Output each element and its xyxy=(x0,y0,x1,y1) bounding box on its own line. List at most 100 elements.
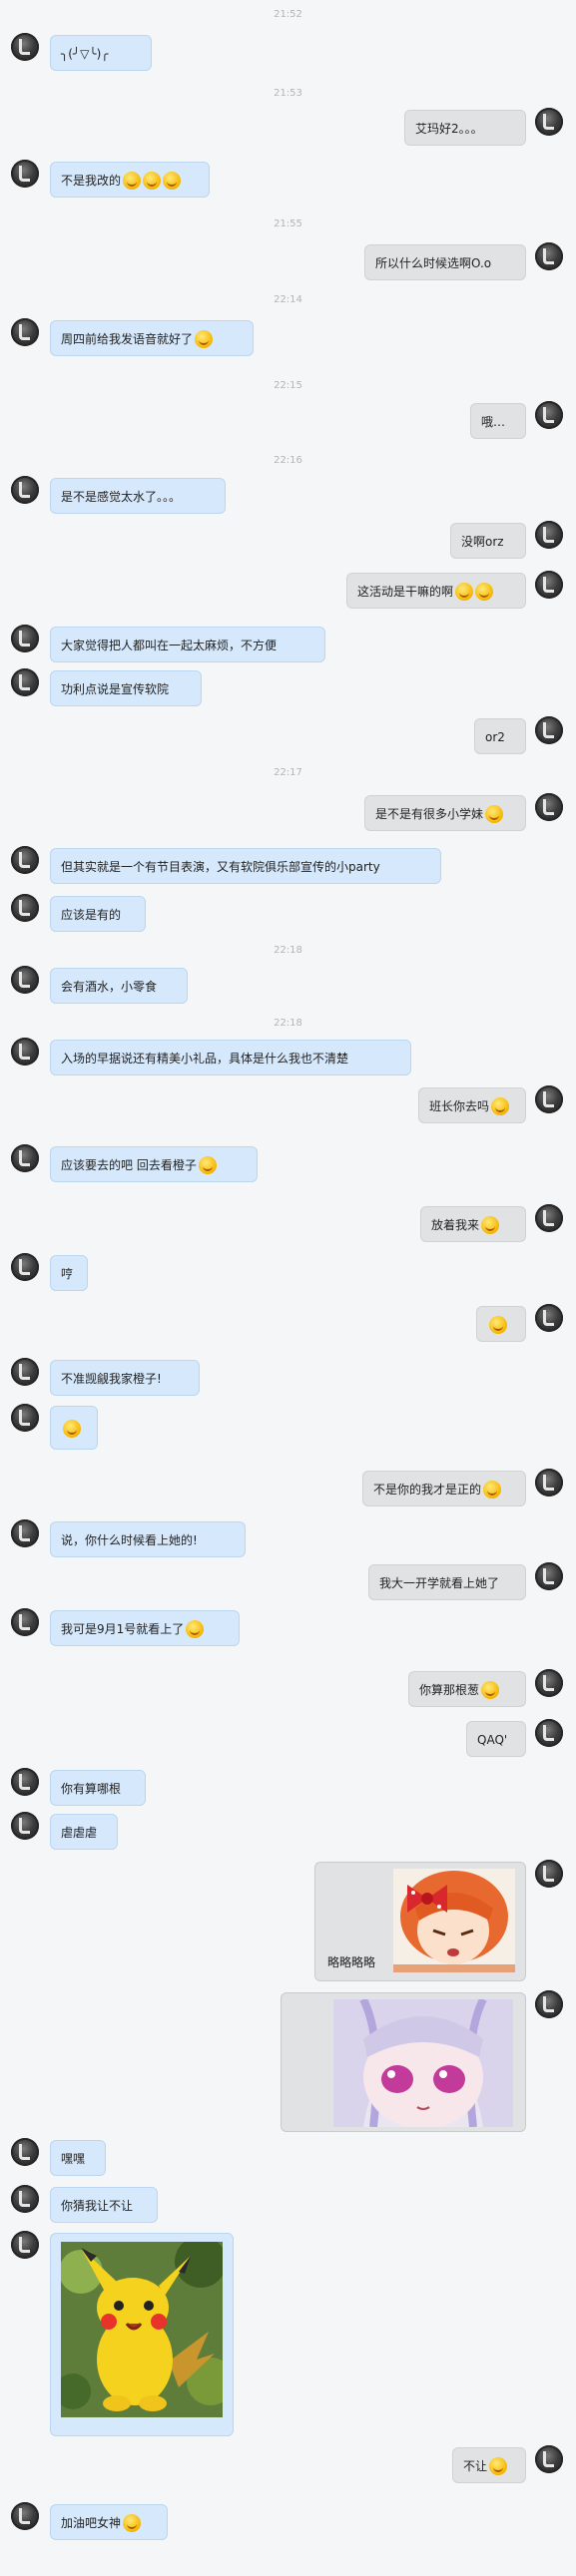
avatar[interactable] xyxy=(11,894,39,922)
avatar[interactable] xyxy=(11,625,39,652)
message-bubble[interactable]: 不是你的我才是正的 xyxy=(362,1471,526,1506)
message-bubble[interactable]: 说，你什么时候看上她的! xyxy=(50,1521,246,1557)
avatar[interactable] xyxy=(11,1768,39,1796)
message-bubble[interactable]: 这活动是干嘛的啊 xyxy=(346,573,526,609)
image-message[interactable] xyxy=(50,2233,234,2436)
message-bubble[interactable]: 大家觉得把人都叫在一起太麻烦，不方便 xyxy=(50,627,325,662)
message-bubble[interactable]: 我大一开学就看上她了 xyxy=(368,1564,526,1600)
message-row: 你算那根葱 xyxy=(0,1669,576,1709)
message-bubble[interactable]: 嘿嘿 xyxy=(50,2140,106,2176)
message-bubble[interactable]: 虐虐虐 xyxy=(50,1814,118,1850)
message-bubble[interactable]: 哦… xyxy=(470,403,526,439)
message-bubble[interactable]: 不是我改的 xyxy=(50,162,210,198)
avatar[interactable] xyxy=(11,1812,39,1840)
avatar[interactable] xyxy=(535,242,563,270)
avatar[interactable] xyxy=(11,2138,39,2166)
avatar[interactable] xyxy=(535,571,563,599)
avatar[interactable] xyxy=(11,1608,39,1636)
message-bubble[interactable]: 班长你去吗 xyxy=(418,1087,526,1123)
message-text: 但其实就是一个有节目表演，又有软院俱乐部宣传的小party xyxy=(61,860,380,874)
avatar[interactable] xyxy=(535,401,563,429)
avatar[interactable] xyxy=(535,1719,563,1747)
anime-girl-orange-hair-image xyxy=(393,1869,515,1972)
message-bubble[interactable]: 不让 xyxy=(452,2447,526,2483)
avatar[interactable] xyxy=(11,1038,39,1066)
image-message[interactable] xyxy=(281,1992,526,2132)
message-row: 班长你去吗 xyxy=(0,1085,576,1125)
message-bubble[interactable]: 应该要去的吧 回去看橙子 xyxy=(50,1146,258,1182)
avatar[interactable] xyxy=(11,2231,39,2259)
message-bubble[interactable]: 所以什么时候选啊O.o xyxy=(364,244,526,280)
message-bubble[interactable]: 功利点说是宣传软院 xyxy=(50,670,202,706)
timestamp: 22:17 xyxy=(274,767,302,778)
avatar[interactable] xyxy=(535,793,563,821)
timestamp: 22:16 xyxy=(274,455,302,466)
message-bubble[interactable]: 周四前给我发语音就好了 xyxy=(50,320,254,356)
avatar[interactable] xyxy=(535,2445,563,2473)
message-bubble[interactable]: 是不是有很多小学妹 xyxy=(364,795,526,831)
avatar[interactable] xyxy=(11,1519,39,1547)
avatar[interactable] xyxy=(11,2502,39,2530)
smiling-emoji-icon xyxy=(475,582,494,601)
avatar[interactable] xyxy=(11,1404,39,1432)
message-bubble[interactable]: 你有算哪根 xyxy=(50,1770,146,1806)
avatar[interactable] xyxy=(535,1204,563,1232)
message-row: 这活动是干嘛的啊 xyxy=(0,571,576,611)
message-bubble[interactable]: 放着我来 xyxy=(420,1206,526,1242)
avatar[interactable] xyxy=(11,318,39,346)
avatar[interactable] xyxy=(535,1990,563,2018)
avatar[interactable] xyxy=(11,2185,39,2213)
message-bubble[interactable]: 没啊orz xyxy=(450,523,526,559)
message-bubble[interactable]: 哼 xyxy=(50,1255,88,1291)
message-text: 我大一开学就看上她了 xyxy=(379,1576,500,1590)
avatar[interactable] xyxy=(11,1144,39,1172)
avatar[interactable] xyxy=(535,1304,563,1332)
image-message[interactable]: 略略略略 xyxy=(314,1862,526,1981)
avatar[interactable] xyxy=(535,716,563,744)
message-bubble[interactable] xyxy=(476,1306,526,1342)
message-row: or2 xyxy=(0,716,576,756)
avatar[interactable] xyxy=(535,1562,563,1590)
avatar[interactable] xyxy=(535,521,563,549)
message-row: 没啊orz xyxy=(0,521,576,561)
message-bubble[interactable]: 会有酒水，小零食 xyxy=(50,968,188,1004)
message-bubble[interactable]: 是不是感觉太水了。。。 xyxy=(50,478,226,514)
message-row: 会有酒水，小零食 xyxy=(0,966,576,1006)
message-bubble[interactable]: 你猜我让不让 xyxy=(50,2187,158,2223)
avatar[interactable] xyxy=(11,160,39,188)
avatar[interactable] xyxy=(11,966,39,994)
message-row: ╮(╯▽╰)╭ xyxy=(0,33,576,73)
message-row: 是不是感觉太水了。。。 xyxy=(0,476,576,516)
message-bubble[interactable]: 应该是有的 xyxy=(50,896,146,932)
avatar[interactable] xyxy=(11,33,39,61)
avatar[interactable] xyxy=(11,1253,39,1281)
avatar[interactable] xyxy=(535,1469,563,1497)
message-text: 虐虐虐 xyxy=(61,1826,98,1840)
message-bubble[interactable]: 你算那根葱 xyxy=(408,1671,526,1707)
avatar[interactable] xyxy=(535,1669,563,1697)
message-bubble[interactable]: 艾玛好2。。。 xyxy=(404,110,526,146)
avatar[interactable] xyxy=(11,668,39,696)
message-text: 艾玛好2。。。 xyxy=(415,122,483,136)
message-bubble[interactable]: 入场的早据说还有精美小礼品，具体是什么我也不清楚 xyxy=(50,1040,411,1075)
message-bubble[interactable]: 不准觊觎我家橙子! xyxy=(50,1360,200,1396)
message-bubble[interactable]: or2 xyxy=(474,718,526,754)
message-row xyxy=(0,1990,576,2132)
avatar[interactable] xyxy=(535,1860,563,1888)
avatar[interactable] xyxy=(535,1085,563,1113)
message-text: 说，你什么时候看上她的! xyxy=(61,1533,198,1547)
avatar[interactable] xyxy=(11,476,39,504)
message-text: 周四前给我发语音就好了 xyxy=(61,332,194,346)
message-bubble[interactable] xyxy=(50,1406,98,1450)
message-bubble[interactable]: 我可是9月1号就看上了 xyxy=(50,1610,240,1646)
message-bubble[interactable]: 加油吧女神 xyxy=(50,2504,168,2540)
smiling-emoji-icon xyxy=(455,582,474,601)
message-bubble[interactable]: 但其实就是一个有节目表演，又有软院俱乐部宣传的小party xyxy=(50,848,441,884)
avatar[interactable] xyxy=(11,1358,39,1386)
avatar[interactable] xyxy=(11,846,39,874)
message-bubble[interactable]: ╮(╯▽╰)╭ xyxy=(50,35,152,71)
smiling-emoji-icon xyxy=(198,1155,217,1174)
message-row: 加油吧女神 xyxy=(0,2502,576,2542)
avatar[interactable] xyxy=(535,108,563,136)
message-bubble[interactable]: QAQ' xyxy=(466,1721,526,1757)
